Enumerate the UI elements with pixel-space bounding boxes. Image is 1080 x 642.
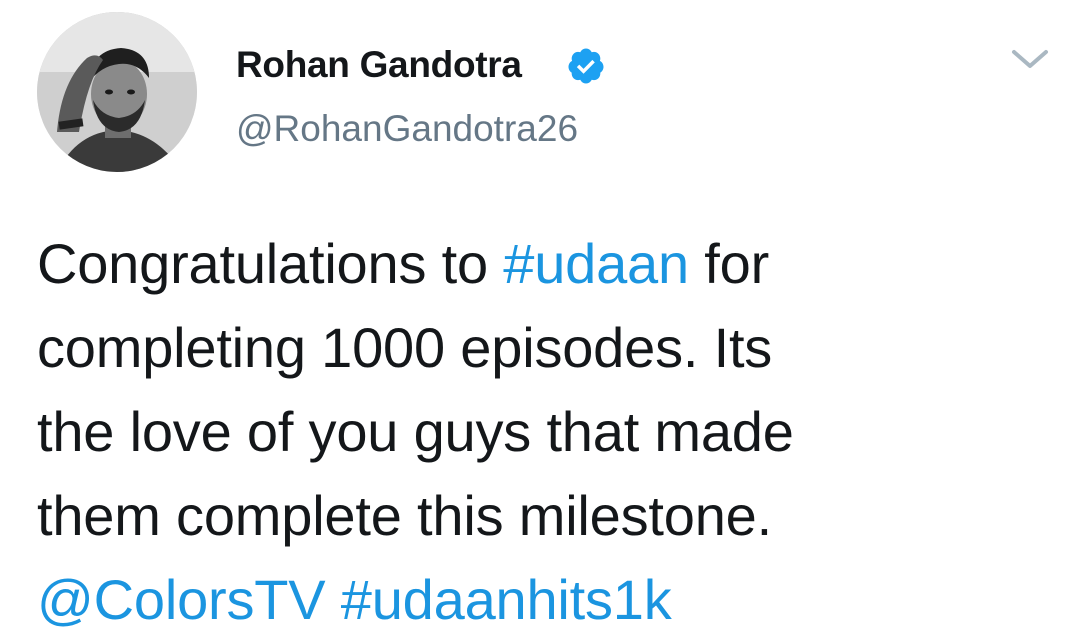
tweet-text: Congratulations to #udaan for completing… <box>37 222 1047 642</box>
avatar[interactable] <box>37 12 197 172</box>
mention-colorstv-link[interactable]: @ColorsTV <box>37 568 326 631</box>
avatar-photo <box>37 12 197 172</box>
verified-badge-icon <box>568 48 604 84</box>
tweet-line-3: the love of you guys that made <box>37 400 794 463</box>
tweet-text-space <box>325 568 340 631</box>
hashtag-udaanhits1k-link[interactable]: #udaanhits1k <box>341 568 672 631</box>
hashtag-udaan-link[interactable]: #udaan <box>503 232 689 295</box>
author-name[interactable]: Rohan Gandotra <box>236 40 522 90</box>
tweet-text-segment: for <box>688 232 770 295</box>
tweet-line-2: completing 1000 episodes. Its <box>37 316 773 379</box>
author-handle[interactable]: @RohanGandotra26 <box>236 104 578 154</box>
tweet-line-4: them complete this milestone. <box>37 484 772 547</box>
tweet-line-5: @ColorsTV #udaanhits1k <box>37 558 1047 642</box>
tweet-line-1: Congratulations to #udaan for <box>37 222 1047 306</box>
tweet-card: Rohan Gandotra @RohanGandotra26 Congratu… <box>0 0 1080 638</box>
chevron-down-icon[interactable] <box>1008 44 1052 74</box>
tweet-text-segment: Congratulations to <box>37 232 504 295</box>
